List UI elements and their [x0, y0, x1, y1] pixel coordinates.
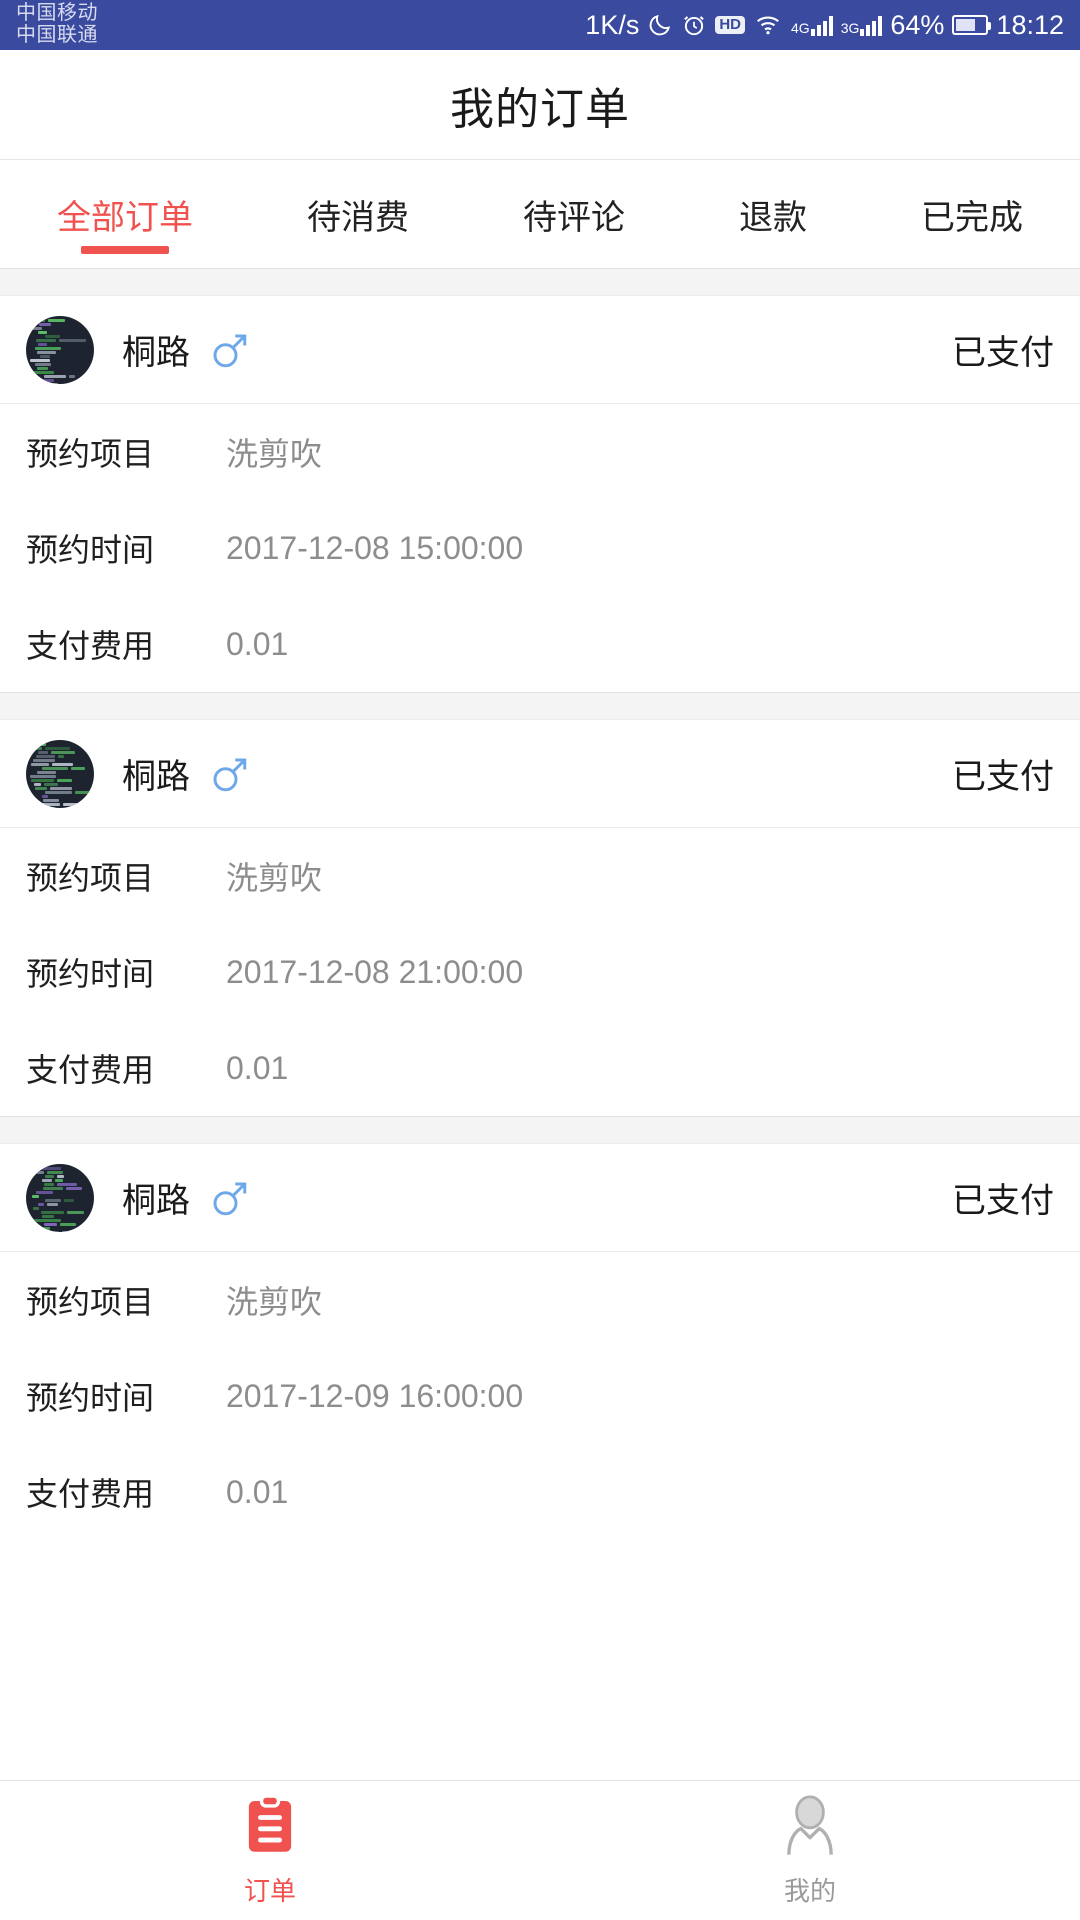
order-detail-row: 预约时间 2017-12-08 15:00:00	[0, 500, 1080, 596]
tab-label: 全部订单	[57, 198, 193, 237]
user-name: 桐路	[122, 758, 190, 796]
row-value: 0.01	[226, 1049, 289, 1086]
tab-all-orders[interactable]: 全部订单	[51, 160, 199, 268]
male-gender-icon	[208, 753, 250, 795]
order-detail-row: 支付费用 0.01	[0, 1020, 1080, 1116]
clipboard-icon	[241, 1793, 299, 1861]
row-value: 2017-12-09 16:00:00	[226, 1377, 524, 1414]
order-detail-row: 预约时间 2017-12-08 21:00:00	[0, 924, 1080, 1020]
tab-completed[interactable]: 已完成	[915, 160, 1029, 268]
status-badge: 已支付	[952, 1182, 1054, 1220]
status-bar: 中国移动 中国联通 1K/s HD 4G 3G 64% 18:12	[0, 0, 1080, 50]
signal-3g-icon: 3G	[841, 14, 883, 36]
order-detail-row: 预约项目 洗剪吹	[0, 404, 1080, 500]
order-card-header[interactable]: 桐路 已支付	[0, 296, 1080, 404]
order-detail-row: 预约时间 2017-12-09 16:00:00	[0, 1348, 1080, 1444]
order-card-header[interactable]: 桐路 已支付	[0, 720, 1080, 828]
tab-label: 待评论	[523, 198, 625, 237]
list-section-gap	[0, 268, 1080, 296]
carrier-2: 中国联通	[16, 24, 98, 46]
hd-icon: HD	[715, 15, 745, 35]
battery-icon	[952, 15, 992, 35]
row-value: 洗剪吹	[226, 1284, 323, 1320]
wifi-icon	[753, 12, 783, 38]
order-card-header[interactable]: 桐路 已支付	[0, 1144, 1080, 1252]
tab-label: 退款	[739, 198, 807, 237]
order-filter-tabs: 全部订单 待消费 待评论 退款 已完成	[0, 160, 1080, 268]
bottom-navigation: 订单 我的	[0, 1780, 1080, 1920]
order-detail-row: 支付费用 0.01	[0, 1444, 1080, 1540]
order-list[interactable]: 桐路 已支付 预约项目 洗剪吹 预约时间 2017-12-08 15:00:00…	[0, 268, 1080, 1780]
male-gender-icon	[208, 329, 250, 371]
row-value: 2017-12-08 21:00:00	[226, 953, 524, 990]
row-label: 支付费用	[26, 1052, 155, 1088]
row-label: 预约项目	[26, 436, 155, 472]
row-value: 0.01	[226, 1473, 289, 1510]
signal-4g-icon: 4G	[791, 14, 833, 36]
avatar	[26, 1163, 94, 1232]
user-name: 桐路	[122, 1182, 190, 1220]
clock: 18:12	[996, 9, 1064, 40]
status-badge: 已支付	[952, 334, 1054, 372]
order-detail-row: 预约项目 洗剪吹	[0, 1252, 1080, 1348]
avatar	[26, 315, 94, 384]
row-label: 支付费用	[26, 1476, 155, 1512]
order-card[interactable]: 桐路 已支付 预约项目 洗剪吹 预约时间 2017-12-09 16:00:00…	[0, 1144, 1080, 1540]
app-root: 中国移动 中国联通 1K/s HD 4G 3G 64% 18:12 我的订单 全…	[0, 0, 1080, 1920]
row-label: 预约时间	[26, 1380, 155, 1416]
tab-label: 已完成	[921, 198, 1023, 237]
carrier-labels: 中国移动 中国联通	[16, 3, 98, 46]
status-badge: 已支付	[952, 758, 1054, 796]
alarm-icon	[681, 12, 707, 38]
order-card[interactable]: 桐路 已支付 预约项目 洗剪吹 预约时间 2017-12-08 15:00:00…	[0, 296, 1080, 692]
nav-item-label: 订单	[243, 1875, 296, 1906]
order-detail-row: 预约项目 洗剪吹	[0, 828, 1080, 924]
tab-pending-consume[interactable]: 待消费	[301, 160, 415, 268]
tab-label: 待消费	[307, 198, 409, 237]
tab-refund[interactable]: 退款	[733, 160, 813, 268]
row-label: 预约项目	[26, 860, 155, 896]
battery-percent: 64%	[890, 9, 945, 40]
list-section-gap	[0, 692, 1080, 720]
nav-item-orders[interactable]: 订单	[0, 1793, 540, 1908]
tab-active-indicator	[81, 246, 169, 254]
carrier-1: 中国移动	[16, 2, 98, 25]
row-value: 洗剪吹	[226, 436, 323, 472]
user-name: 桐路	[122, 334, 190, 372]
row-value: 洗剪吹	[226, 860, 323, 896]
avatar	[26, 739, 94, 808]
row-value: 2017-12-08 15:00:00	[226, 529, 524, 566]
order-detail-row: 支付费用 0.01	[0, 596, 1080, 692]
status-icons: 1K/s HD 4G 3G 64% 18:12	[585, 10, 1064, 41]
tab-pending-review[interactable]: 待评论	[517, 160, 631, 268]
nav-item-profile[interactable]: 我的	[540, 1794, 1080, 1908]
page-title: 我的订单	[450, 84, 630, 134]
network-speed: 1K/s	[585, 9, 640, 40]
row-value: 0.01	[226, 625, 289, 662]
row-label: 预约时间	[26, 956, 155, 992]
moon-icon	[647, 12, 673, 38]
order-card[interactable]: 桐路 已支付 预约项目 洗剪吹 预约时间 2017-12-08 21:00:00…	[0, 720, 1080, 1116]
row-label: 支付费用	[26, 628, 155, 664]
list-section-gap	[0, 1116, 1080, 1144]
row-label: 预约项目	[26, 1284, 155, 1320]
row-label: 预约时间	[26, 532, 155, 568]
person-icon	[781, 1794, 839, 1861]
male-gender-icon	[208, 1177, 250, 1219]
page-header: 我的订单	[0, 50, 1080, 160]
nav-item-label: 我的	[783, 1875, 836, 1906]
